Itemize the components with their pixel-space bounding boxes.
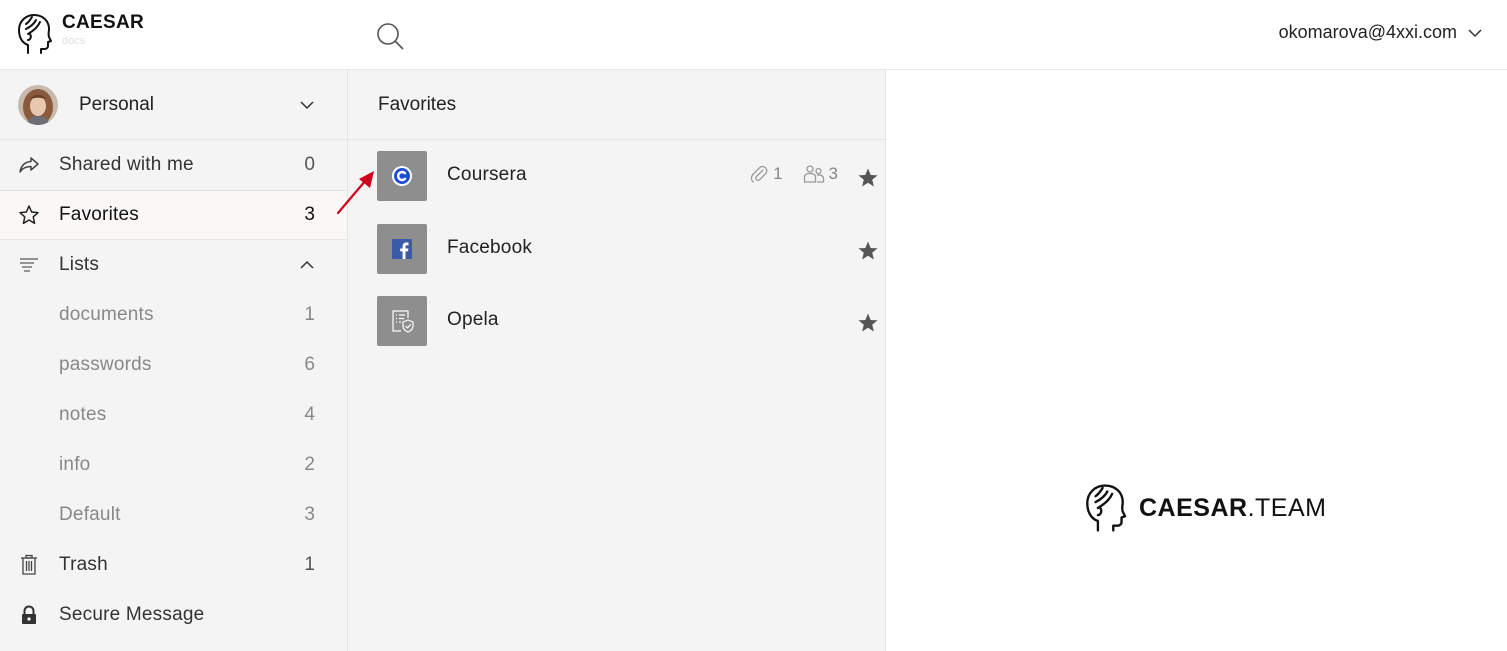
sidebar: Personal Shared with me 0 Favorites 3 Li…: [0, 70, 348, 651]
sidebar-item-label: documents: [59, 304, 154, 325]
sidebar-item-count: 0: [304, 154, 315, 175]
item-icon: [377, 296, 427, 346]
sidebar-item-list-notes[interactable]: notes 4: [0, 390, 347, 440]
sidebar-item-trash[interactable]: Trash 1: [0, 540, 347, 590]
sidebar-item-label: info: [59, 454, 91, 475]
chevron-up-icon[interactable]: [299, 257, 315, 273]
brand-name-strong: CAESAR: [1139, 493, 1248, 522]
user-email: okomarova@4xxi.com: [1278, 22, 1457, 42]
star-filled-icon[interactable]: [857, 312, 879, 334]
document-shield-icon: [392, 310, 414, 333]
app-logo[interactable]: CAESAR docs: [16, 12, 144, 56]
attachments-count-value: 1: [773, 164, 783, 183]
sidebar-item-count: 1: [304, 304, 315, 325]
sidebar-item-shared-with-me[interactable]: Shared with me 0: [0, 140, 347, 190]
sidebar-item-count: 1: [304, 554, 315, 575]
top-bar: CAESAR docs okomarova@4xxi.com: [0, 0, 1507, 70]
search-icon: [377, 23, 404, 50]
favorites-list-pane: Favorites Coursera 1 3 Facebook Opela: [348, 70, 886, 651]
sidebar-item-label: Default: [59, 504, 121, 525]
search-button[interactable]: [374, 20, 406, 52]
sidebar-item-label: Trash: [59, 554, 108, 575]
brand-name: CAESAR.TEAM: [1139, 494, 1326, 523]
caesar-head-icon: [18, 14, 52, 54]
sidebar-item-count: 6: [304, 354, 315, 375]
share-arrow-icon: [19, 157, 39, 173]
sidebar-item-list-passwords[interactable]: passwords 6: [0, 340, 347, 390]
item-icon: [377, 224, 427, 274]
sidebar-item-label: Secure Message: [59, 604, 205, 625]
sidebar-item-list-documents[interactable]: documents 1: [0, 290, 347, 340]
item-name: Opela: [447, 309, 499, 330]
item-name: Facebook: [447, 237, 533, 258]
list-lines-icon: [20, 258, 38, 272]
facebook-logo-icon: [392, 239, 412, 259]
sidebar-item-secure-message[interactable]: Secure Message: [0, 590, 347, 640]
shared-users-icon: [803, 165, 824, 183]
user-menu[interactable]: okomarova@4xxi.com: [1279, 22, 1483, 43]
sidebar-item-count: 3: [304, 504, 315, 525]
lock-icon: [22, 605, 36, 624]
chevron-down-icon: [300, 101, 314, 110]
detail-pane: CAESAR.TEAM: [887, 70, 1507, 651]
sidebar-item-label: passwords: [59, 354, 152, 375]
star-filled-icon[interactable]: [857, 240, 879, 262]
sidebar-item-label: notes: [59, 404, 107, 425]
list-header: Favorites: [348, 70, 885, 140]
item-icon: [377, 151, 427, 201]
star-filled-icon[interactable]: [857, 167, 879, 189]
brand-logo: CAESAR.TEAM: [1083, 482, 1326, 534]
paperclip-icon: [750, 165, 768, 183]
caesar-head-icon: [1086, 484, 1127, 532]
shared-count: 3: [803, 164, 838, 184]
avatar: [18, 84, 58, 125]
sidebar-item-label: Shared with me: [59, 154, 194, 175]
shared-count-value: 3: [828, 164, 838, 183]
brand-name-light: .TEAM: [1247, 493, 1327, 522]
sidebar-item-count: 2: [304, 454, 315, 475]
sidebar-item-count: 3: [304, 204, 315, 225]
chevron-down-icon: [1468, 28, 1482, 37]
list-item-coursera[interactable]: Coursera 1 3: [348, 145, 886, 207]
coursera-logo-icon: [392, 166, 412, 186]
trash-icon: [21, 554, 37, 575]
sidebar-item-list-default[interactable]: Default 3: [0, 490, 347, 540]
sidebar-item-list-info[interactable]: info 2: [0, 440, 347, 490]
item-meta: 1 3: [729, 164, 838, 184]
list-title: Favorites: [378, 93, 457, 115]
sidebar-item-count: 4: [304, 404, 315, 425]
sidebar-item-label: Lists: [59, 254, 100, 275]
sidebar-item-label: Favorites: [59, 204, 139, 225]
attachments-count: 1: [749, 164, 783, 184]
star-outline-icon: [19, 205, 39, 225]
list-item-facebook[interactable]: Facebook: [348, 218, 886, 280]
item-name: Coursera: [447, 164, 527, 185]
list-item-opela[interactable]: Opela: [348, 290, 886, 352]
app-title: CAESAR: [62, 12, 145, 33]
sidebar-item-lists[interactable]: Lists: [0, 240, 347, 290]
account-name: Personal: [79, 93, 154, 115]
annotation-arrow-icon: [336, 171, 374, 215]
sidebar-item-favorites[interactable]: Favorites 3: [0, 190, 347, 240]
app-subtitle: docs: [62, 35, 86, 47]
account-switcher[interactable]: Personal: [0, 70, 347, 140]
